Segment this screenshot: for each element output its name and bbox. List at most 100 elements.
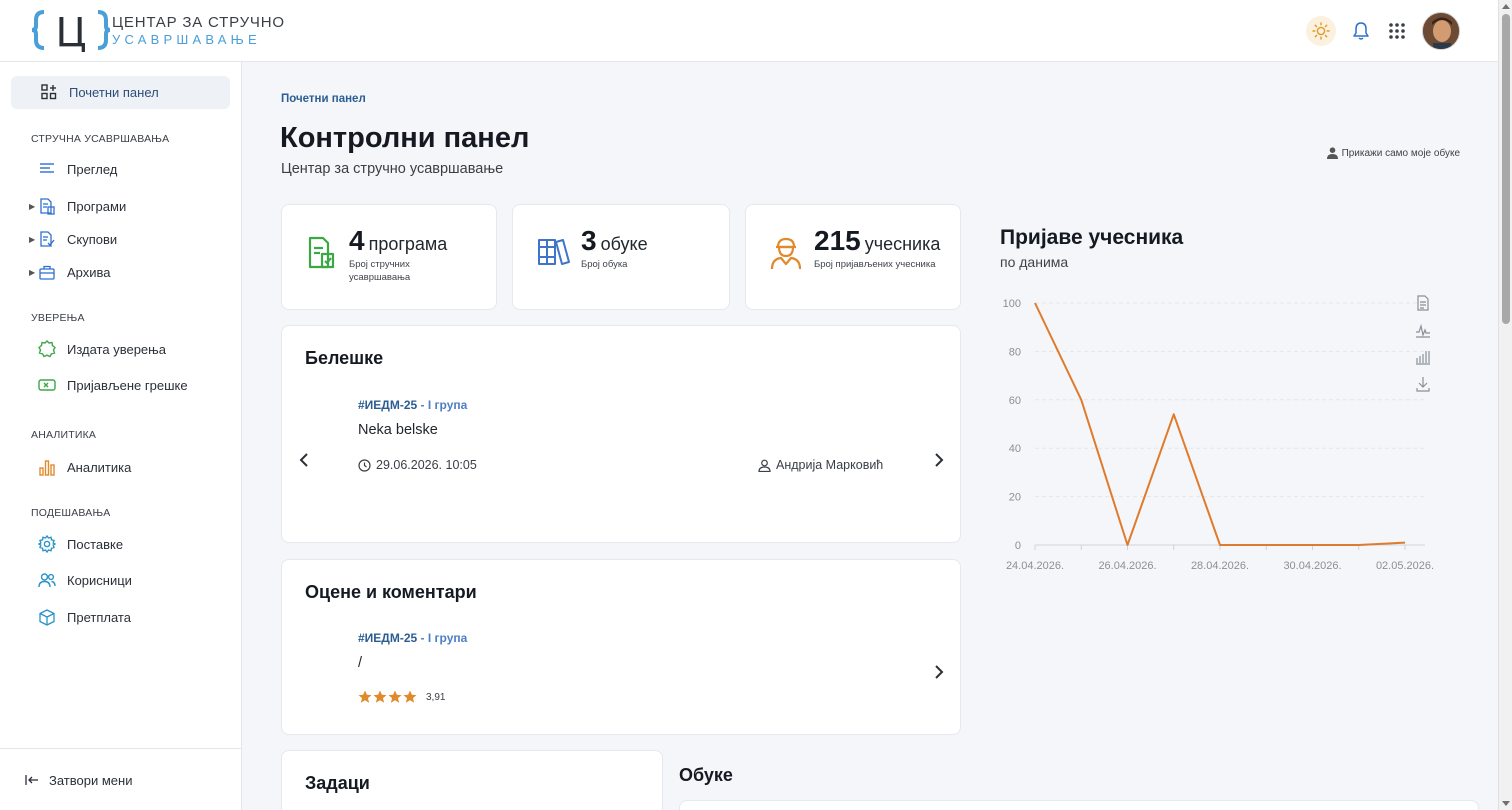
list-icon (38, 160, 56, 178)
clock-icon (358, 458, 371, 472)
ratings-title: Оцене и коментари (305, 582, 477, 602)
sidebar-item-label: Скупови (67, 231, 118, 247)
theme-toggle-button[interactable] (1306, 16, 1336, 46)
rating-comment: / (358, 655, 363, 671)
chevron-right-icon[interactable] (931, 664, 947, 680)
series-line (1034, 302, 1406, 546)
sidebar-item-label: Пријављене грешке (67, 377, 188, 393)
tasks-card: Задаци (281, 750, 663, 810)
chevron-left-icon[interactable] (296, 452, 312, 468)
y-tick-label: 100 (1003, 298, 1021, 310)
chart-title: Пријаве учесника (1000, 226, 1184, 249)
books-stat-icon (538, 239, 570, 265)
breadcrumb[interactable]: Почетни панел (281, 93, 366, 105)
scroll-thumb[interactable] (1502, 14, 1510, 324)
rating-tag[interactable]: #ИЕДМ-25 - I група (358, 631, 467, 645)
line-chart-icon[interactable] (1416, 323, 1430, 338)
expand-caret-icon[interactable]: ▶ (29, 235, 35, 244)
bar-chart-icon[interactable] (1416, 351, 1430, 365)
download-icon[interactable] (1416, 377, 1430, 392)
sidebar-item-subscription[interactable]: Претплата (38, 608, 131, 626)
sidebar-item-analytics[interactable]: Аналитика (38, 458, 131, 476)
my-trainings-label: Прикажи само моје обуке (1341, 147, 1460, 159)
page-scrollbar[interactable] (1498, 0, 1512, 810)
logo-mark-icon: Ц (32, 10, 110, 52)
sidebar-item-label: Архива (67, 264, 111, 280)
collapse-arrow-icon (23, 771, 41, 789)
error-ticket-icon (38, 376, 56, 394)
note-author: Андрија Марковић (758, 458, 883, 472)
bar-chart-icon (38, 458, 56, 476)
brand-logo[interactable]: Ц ЦЕНТАР ЗА СТРУЧНО УСАВРШАВАЊЕ (32, 8, 285, 52)
gatherings-icon (38, 230, 56, 248)
rating-score: 3,91 (426, 691, 446, 703)
section-title-analytics: АНАЛИТИКА (31, 429, 97, 441)
stat-value: 3 (581, 225, 597, 256)
sidebar-item-archive[interactable]: Архива (38, 263, 111, 281)
sun-icon (1312, 22, 1330, 40)
rating-stars: 3,91 (358, 690, 445, 704)
page-title: Контролни панел (280, 122, 530, 154)
badge-icon (38, 340, 56, 358)
gear-icon (38, 535, 56, 553)
top-header: Ц ЦЕНТАР ЗА СТРУЧНО УСАВРШАВАЊЕ (0, 0, 1498, 62)
scroll-up-arrow[interactable] (1502, 4, 1510, 9)
trainings-card (679, 800, 1479, 810)
x-tick-label: 30.04.2026. (1283, 560, 1341, 572)
expand-caret-icon[interactable]: ▶ (29, 202, 35, 211)
sidebar-footer: Затвори мени (0, 748, 241, 810)
chevron-right-icon[interactable] (931, 452, 947, 468)
package-icon (38, 608, 56, 626)
notes-title: Белешке (305, 348, 384, 368)
logo-letter: Ц (55, 10, 86, 52)
sidebar-item-label: Аналитика (67, 459, 132, 475)
scroll-down-arrow[interactable] (1502, 801, 1510, 806)
note-tag[interactable]: #ИЕДМ-25 - I група (358, 398, 467, 412)
sidebar-item-label: Преглед (67, 161, 118, 177)
x-tick-label: 24.04.2026. (1006, 560, 1064, 572)
user-outline-icon (758, 459, 771, 472)
close-menu-button[interactable]: Затвори мени (23, 771, 132, 789)
stat-unit: програма (368, 234, 448, 254)
my-trainings-toggle[interactable]: Прикажи само моје обуке (1326, 147, 1460, 159)
brand-line2: УСАВРШАВАЊЕ (112, 31, 261, 47)
sidebar: Почетни панел СТРУЧНА УСАВРШАВАЊА Прегле… (0, 62, 242, 810)
user-avatar[interactable] (1422, 12, 1460, 50)
apps-grid-icon (1389, 23, 1405, 39)
sidebar-item-label: Поставке (67, 536, 124, 552)
x-tick-label: 02.05.2026. (1376, 560, 1434, 572)
trainings-title: Обуке (679, 765, 733, 785)
note-datetime: 29.06.2026. 10:05 (358, 458, 477, 472)
sidebar-item-home[interactable]: Почетни панел (40, 83, 159, 101)
apps-menu-button[interactable] (1386, 20, 1408, 42)
avatar-photo (1423, 13, 1459, 49)
bell-icon (1353, 22, 1369, 40)
x-tick-label: 26.04.2026. (1098, 560, 1156, 572)
stat-value: 215 (814, 225, 861, 256)
sidebar-item-programs[interactable]: Програми (38, 197, 126, 215)
line-chart-icon-path (1416, 323, 1430, 338)
participant-stat-icon (770, 237, 802, 270)
note-author-name: Андрија Марковић (776, 458, 884, 472)
stat-card-programs[interactable]: 4 програма Број стручних усавршавања (281, 204, 497, 310)
y-tick-label: 80 (1009, 346, 1021, 358)
section-title-trainings: СТРУЧНА УСАВРШАВАЊА (31, 133, 170, 145)
stat-card-trainings[interactable]: 3 обуке Број обука (512, 204, 730, 310)
sidebar-item-issued-certificates[interactable]: Издата уверења (38, 340, 166, 358)
section-title-certificates: УВЕРЕЊА (31, 312, 85, 324)
stat-card-participants[interactable]: 215 учесника Број пријављених учесника (745, 204, 961, 310)
notifications-button[interactable] (1350, 20, 1372, 42)
sidebar-item-preferences[interactable]: Поставке (38, 535, 123, 553)
expand-caret-icon[interactable]: ▶ (29, 268, 35, 277)
sidebar-item-label: Програми (67, 198, 127, 214)
close-menu-label: Затвори мени (49, 772, 133, 788)
sidebar-item-users[interactable]: Корисници (38, 571, 132, 589)
brand-line1: ЦЕНТАР ЗА СТРУЧНО (112, 13, 285, 31)
sidebar-item-overview[interactable]: Преглед (38, 160, 117, 178)
sidebar-item-reported-errors[interactable]: Пријављене грешке (38, 376, 188, 394)
stat-desc: Број пријављених учесника (814, 259, 936, 270)
sidebar-item-gatherings[interactable]: Скупови (38, 230, 117, 248)
y-tick-label: 40 (1009, 443, 1021, 455)
section-title-settings: ПОДЕШАВАЊА (31, 507, 111, 519)
users-icon (38, 571, 56, 589)
